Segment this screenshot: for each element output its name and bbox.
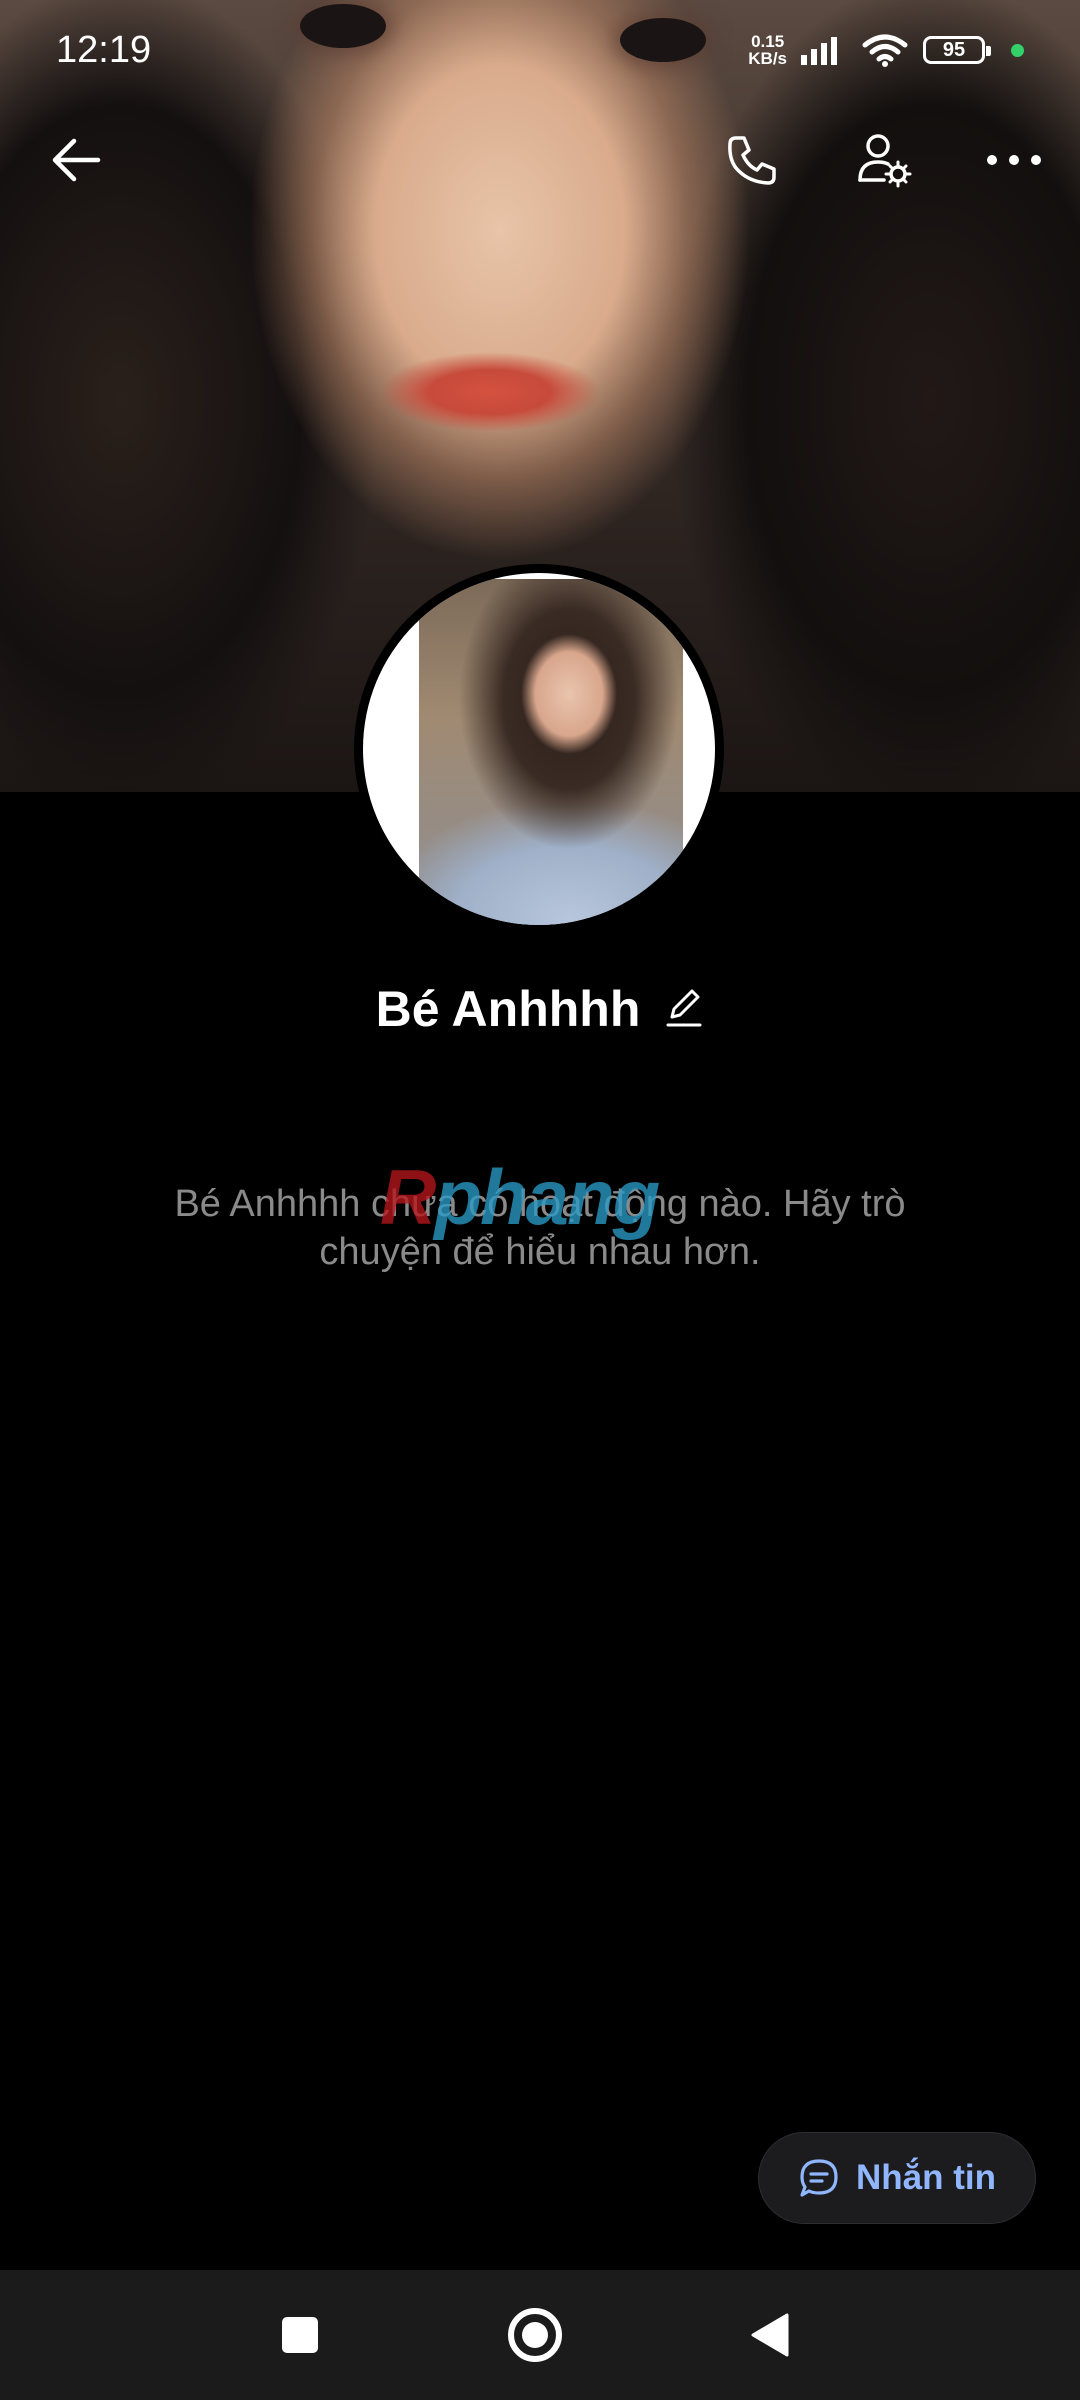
back-button[interactable]	[34, 118, 118, 202]
nav-back-button[interactable]	[724, 2290, 814, 2380]
home-button[interactable]	[490, 2290, 580, 2380]
watermark-part1: R	[380, 1153, 436, 1241]
arrow-left-icon	[52, 138, 101, 182]
status-time: 12:19	[56, 28, 152, 71]
square-icon	[282, 2317, 318, 2353]
profile-settings-button[interactable]	[842, 118, 926, 202]
system-navigation-bar	[0, 2270, 1080, 2400]
profile-name-row: Bé Anhhhh	[0, 980, 1080, 1038]
pencil-icon	[666, 989, 702, 1026]
battery-icon: 95	[923, 36, 991, 64]
network-speed-value: 0.15	[751, 32, 785, 51]
profile-name: Bé Anhhhh	[375, 981, 641, 1037]
edit-name-button[interactable]	[664, 985, 704, 1034]
call-button[interactable]	[710, 118, 794, 202]
top-action-bar	[0, 118, 1080, 202]
watermark-part2: phang	[434, 1153, 660, 1241]
more-options-button[interactable]	[972, 118, 1056, 202]
recents-button[interactable]	[255, 2290, 345, 2380]
phone-icon	[728, 136, 776, 185]
status-bar: 12:19 0.15 KB/s 95	[0, 0, 1080, 100]
more-dots-icon	[987, 155, 1041, 165]
avatar-image	[363, 573, 715, 925]
triangle-back-icon	[751, 2313, 789, 2357]
status-icons: 0.15 KB/s 95	[748, 33, 1024, 67]
privacy-dot	[1011, 43, 1024, 57]
circle-icon	[508, 2308, 562, 2362]
avatar-photo	[419, 579, 683, 925]
profile-avatar[interactable]	[354, 564, 724, 934]
signal-icon	[801, 37, 837, 65]
chat-bubble-icon	[800, 2159, 838, 2197]
send-message-button[interactable]: Nhắn tin	[758, 2132, 1036, 2224]
send-message-label: Nhắn tin	[856, 2158, 996, 2197]
network-speed-unit: KB/s	[748, 49, 787, 68]
wifi-icon	[862, 34, 908, 67]
watermark-logo: Rphang	[380, 1152, 660, 1243]
network-speed: 0.15 KB/s	[748, 33, 787, 67]
user-settings-icon	[858, 134, 912, 188]
